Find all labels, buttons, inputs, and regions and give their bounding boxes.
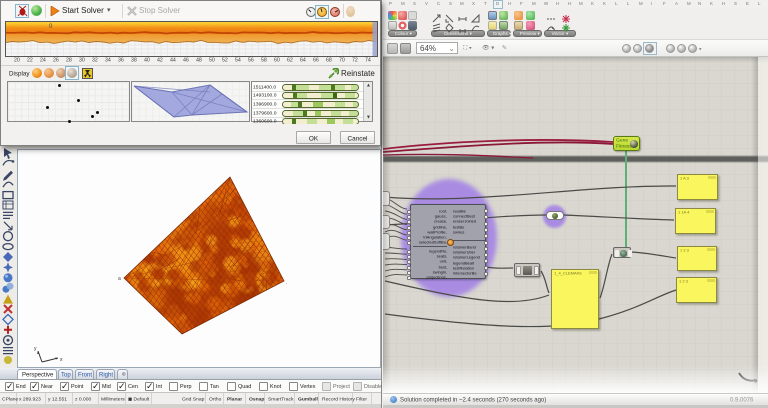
svg-text:y: y: [34, 346, 37, 352]
svg-text:a: a: [118, 276, 121, 282]
svg-text:x: x: [60, 357, 63, 363]
svg-text:.: .: [286, 280, 287, 286]
